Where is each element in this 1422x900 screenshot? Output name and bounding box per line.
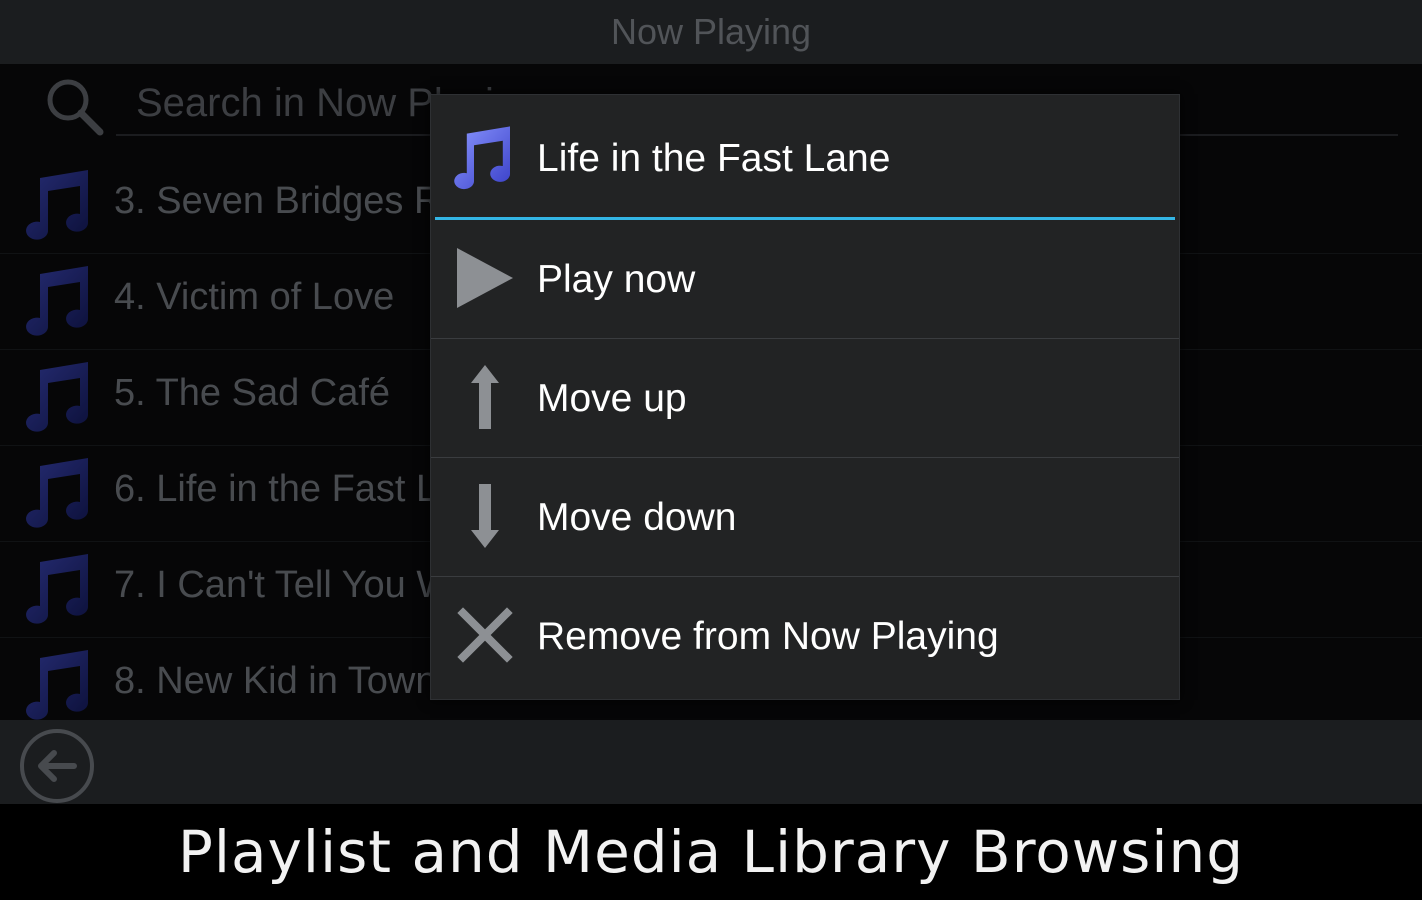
dialog-title: Life in the Fast Lane bbox=[537, 137, 891, 180]
menu-item-label: Remove from Now Playing bbox=[537, 615, 999, 658]
close-icon bbox=[457, 607, 513, 663]
music-note-icon bbox=[447, 121, 519, 193]
menu-item-move-down[interactable]: Move down bbox=[431, 458, 1179, 577]
dialog-header: Life in the Fast Lane bbox=[431, 95, 1179, 217]
arrow-up-icon bbox=[471, 365, 499, 429]
menu-item-remove[interactable]: Remove from Now Playing bbox=[431, 577, 1179, 696]
menu-item-label: Move up bbox=[537, 377, 687, 420]
caption: Playlist and Media Library Browsing bbox=[0, 804, 1422, 900]
menu-item-label: Play now bbox=[537, 258, 696, 301]
play-icon bbox=[457, 248, 513, 308]
context-menu-dialog: Life in the Fast Lane Play now Move up M… bbox=[430, 94, 1180, 700]
menu-item-label: Move down bbox=[537, 496, 737, 539]
arrow-down-icon bbox=[471, 484, 499, 548]
menu-item-play-now[interactable]: Play now bbox=[431, 220, 1179, 339]
context-menu: Play now Move up Move down Remove from N… bbox=[431, 220, 1179, 696]
menu-item-move-up[interactable]: Move up bbox=[431, 339, 1179, 458]
